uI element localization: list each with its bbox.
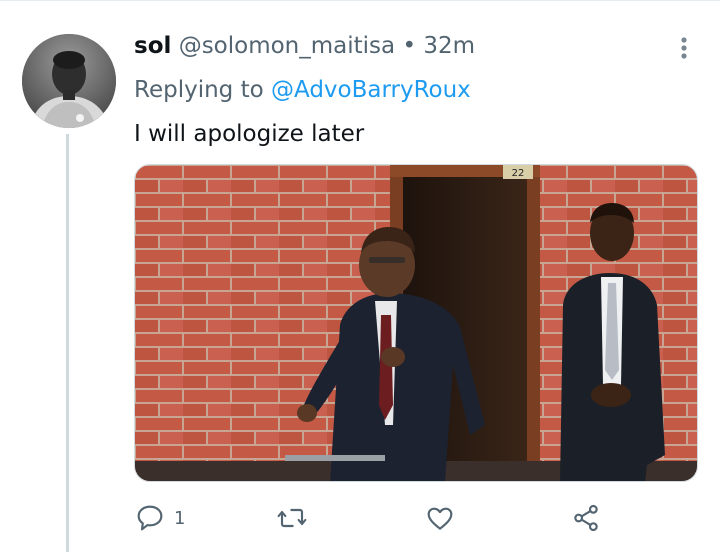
replying-to-label: Replying to <box>134 77 264 103</box>
share-icon <box>570 502 602 534</box>
thread-connector-line <box>66 134 69 552</box>
share-button[interactable] <box>570 500 602 536</box>
user-handle[interactable]: @solomon_maitisa <box>179 33 395 59</box>
avatar[interactable] <box>22 34 116 128</box>
timestamp[interactable]: 32m <box>423 33 475 59</box>
reply-button[interactable]: 1 <box>134 500 185 536</box>
heart-icon <box>424 502 456 534</box>
more-vertical-icon[interactable] <box>668 32 700 64</box>
tweet-text: I will apologize later <box>134 121 365 147</box>
tweet-header: sol @solomon_maitisa • 32m <box>134 30 475 62</box>
reply-icon <box>134 502 166 534</box>
like-button[interactable] <box>424 500 456 536</box>
replying-to-handle[interactable]: @AdvoBarryRoux <box>271 77 471 103</box>
tweet-photo[interactable]: 22 <box>134 164 698 482</box>
replying-to-line: Replying to @AdvoBarryRoux <box>134 74 471 106</box>
separator-dot: • <box>402 33 417 59</box>
tweet-actions: 1 <box>134 500 694 536</box>
avatar-photo <box>22 34 116 128</box>
reply-count: 1 <box>174 507 186 529</box>
retweet-button[interactable] <box>276 500 308 536</box>
retweet-icon <box>276 502 308 534</box>
door-number: 22 <box>512 168 525 179</box>
display-name[interactable]: sol <box>134 33 171 59</box>
top-divider <box>0 0 720 1</box>
photo-illustration: 22 <box>135 165 697 481</box>
